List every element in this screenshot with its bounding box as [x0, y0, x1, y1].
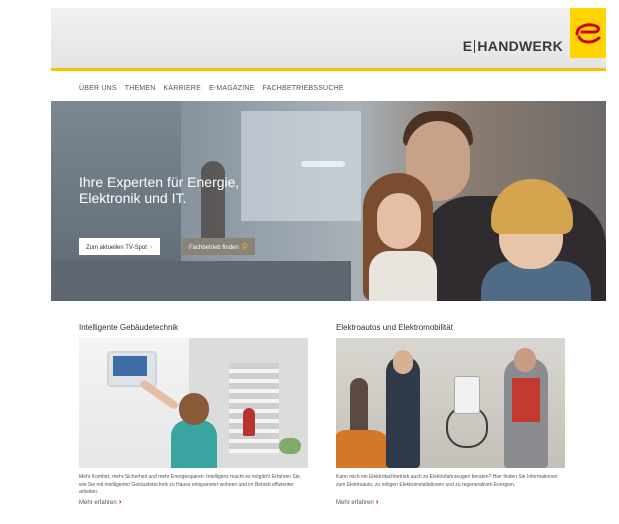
teaser-image-electric-car[interactable]	[336, 338, 565, 468]
more-link-label: Mehr erfahren	[336, 500, 374, 506]
more-link-label: Mehr erfahren	[79, 500, 117, 506]
teaser-title[interactable]: Elektroautos und Elektromobilität	[336, 323, 565, 335]
image-man-head	[393, 350, 413, 374]
chevron-right-icon: ›	[149, 242, 153, 251]
hero-background-floor	[51, 261, 351, 301]
nav-item-fachbetriebssuche[interactable]: FACHBETRIEBSSUCHE	[263, 85, 344, 97]
teaser-text: Kann mich ein Elektrofachbetrieb auch zu…	[336, 474, 558, 488]
nav-item-ueber-uns[interactable]: ÜBER UNS	[79, 85, 117, 97]
main-nav: ÜBER UNS THEMEN KARRIERE E-MAGAZINE FACH…	[79, 85, 344, 97]
nav-item-e-magazine[interactable]: E-MAGAZINE	[209, 85, 255, 97]
image-plant	[279, 438, 301, 454]
hero-headline: Ihre Experten für Energie, Elektronik un…	[79, 174, 289, 206]
image-technician-jacket	[512, 378, 540, 422]
nav-item-karriere[interactable]: KARRIERE	[164, 85, 201, 97]
brand-separator	[474, 40, 476, 53]
nav-item-themen[interactable]: THEMEN	[125, 85, 156, 97]
header-accent-line	[51, 68, 606, 71]
chevron-right-icon: ›	[118, 497, 122, 506]
brand-prefix: E	[462, 38, 473, 54]
image-child-arm	[138, 378, 180, 411]
image-child-body	[171, 420, 217, 468]
hero-banner: Ihre Experten für Energie, Elektronik un…	[51, 101, 606, 301]
brand-name: HANDWERK	[477, 38, 563, 54]
more-link[interactable]: Mehr erfahren ›	[79, 497, 121, 506]
search-icon: ⚲	[241, 242, 248, 251]
teaser-title[interactable]: Intelligente Gebäudetechnik	[79, 323, 308, 335]
find-business-label: Fachbetrieb finden	[189, 245, 239, 251]
image-staircase	[229, 363, 279, 453]
hero-girl-body	[369, 251, 437, 301]
site-header: E HANDWERK	[51, 8, 606, 68]
image-wallbox	[454, 376, 480, 414]
teaser-text: Mehr Komfort, mehr Sicherheit und mehr E…	[79, 474, 302, 495]
hero-headline-line2: Elektronik und IT.	[79, 190, 187, 206]
hero-boy-hair	[491, 179, 573, 234]
image-technician-head	[514, 348, 536, 372]
tv-spot-button[interactable]: Zum aktuellen TV-Spot ›	[79, 238, 160, 255]
image-child-head	[179, 393, 209, 425]
chevron-right-icon: ›	[375, 497, 379, 506]
more-link[interactable]: Mehr erfahren ›	[336, 497, 378, 506]
hero-girl-face	[377, 193, 421, 249]
image-car	[336, 430, 392, 468]
teaser-electromobility: Elektroautos und Elektromobilität Kann m…	[336, 323, 565, 506]
hero-ceiling-lamp	[301, 161, 345, 167]
teaser-image-smart-home[interactable]	[79, 338, 308, 468]
image-background-person	[243, 408, 255, 436]
image-woman	[350, 378, 368, 438]
find-business-button[interactable]: Fachbetrieb finden ⚲	[182, 238, 255, 255]
teaser-smart-building: Intelligente Gebäudetechnik Mehr Komfort…	[79, 323, 308, 506]
tv-spot-label: Zum aktuellen TV-Spot	[86, 245, 147, 251]
page: E HANDWERK ÜBER UNS THEMEN KARRIERE E-MAG…	[51, 8, 606, 524]
e-handwerk-logo-icon[interactable]	[570, 8, 606, 58]
image-control-screen	[113, 356, 147, 376]
brand-wordmark[interactable]: E HANDWERK	[463, 38, 563, 54]
hero-headline-line1: Ihre Experten für Energie,	[79, 174, 240, 190]
